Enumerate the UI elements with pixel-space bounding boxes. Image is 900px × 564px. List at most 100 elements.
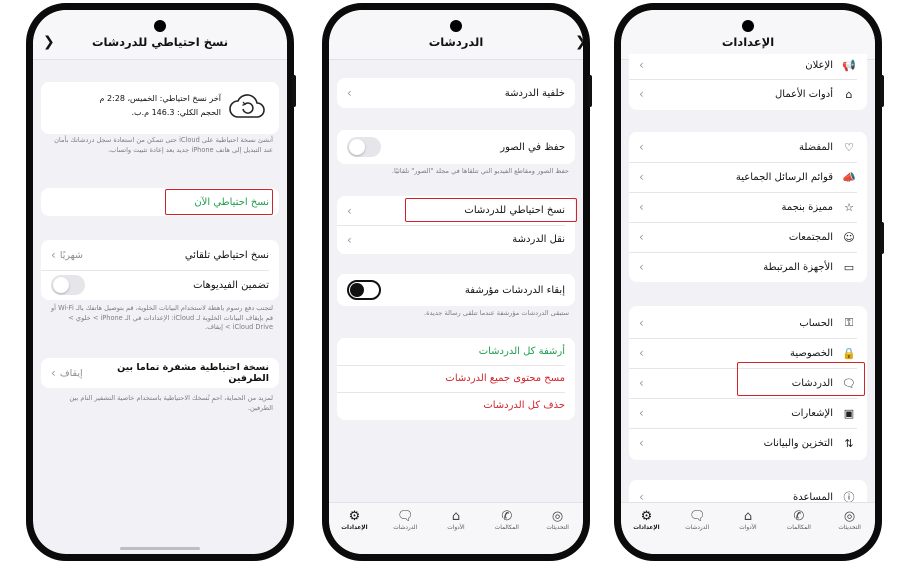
chevron-left-icon: ‹ (639, 436, 644, 450)
store-icon: ⌂ (451, 509, 461, 524)
chevron-left-icon: ‹ (639, 260, 644, 274)
side-button (292, 75, 296, 107)
auto-backup-card: نسخ احتياطي تلقائي شهريًا ‹ تضمين الفيدي… (41, 240, 279, 300)
delete-all-button[interactable]: حذف كل الدردشات (337, 392, 575, 419)
back-chevron-icon[interactable]: ❯ (575, 34, 583, 50)
front-camera (450, 20, 462, 32)
archived-note: ستبقى الدردشات مؤرشفة عندما تتلقى رسالة … (423, 309, 569, 317)
chevron-left-icon: ‹ (51, 366, 56, 380)
move-chats-row[interactable]: نقل الدردشة ‹ (337, 225, 575, 254)
chevron-left-icon: ‹ (639, 170, 644, 184)
tab-settings[interactable]: ⚙ الإعدادات (621, 503, 672, 554)
tab-chats[interactable]: 🗨 الدردشات (672, 503, 723, 554)
wallpaper-label: خلفية الدردشة (504, 87, 565, 99)
gear-icon: ⚙ (348, 509, 361, 524)
clear-all-button[interactable]: مسح محتوى جميع الدردشات (337, 365, 575, 392)
store-icon: ⌂ (845, 87, 853, 101)
settings-item-business-tools[interactable]: ⌂ أدوات الأعمال ‹ (629, 79, 867, 109)
settings-screen: الإعدادات 📢 الإعلان ‹ ⌂ أدوات الأعمال ‹ … (621, 10, 875, 554)
page-title: نسخ احتياطي للدردشات (91, 35, 229, 49)
chevron-left-icon: ‹ (639, 140, 644, 154)
settings-item-broadcast-lists[interactable]: 📣 قوائم الرسائل الجماعية ‹ (629, 162, 867, 192)
page-title: الدردشات (428, 35, 484, 49)
tab-label: الأدوات (447, 525, 465, 531)
settings-group-business: 📢 الإعلان ‹ ⌂ أدوات الأعمال ‹ (629, 54, 867, 110)
highlight-box-chat-backup (405, 198, 577, 222)
status-ring-icon: ◎ (551, 509, 564, 524)
tab-label: التحديثات (546, 525, 569, 531)
backup-description: أنشئ نسخة احتياطية على iCloud حتى تتمكن … (54, 136, 273, 154)
chevron-left-icon: ‹ (639, 58, 644, 72)
include-videos-label: تضمين الفيديوهات (193, 279, 269, 291)
move-chats-label: نقل الدردشة (512, 234, 565, 245)
save-photos-toggle[interactable] (347, 137, 381, 157)
include-videos-toggle[interactable] (51, 275, 85, 295)
chevron-left-icon: ‹ (639, 406, 644, 420)
chevron-left-icon: ‹ (639, 376, 644, 390)
settings-item-label: قوائم الرسائل الجماعية (735, 171, 833, 183)
settings-item-label: الخصوصية (790, 347, 833, 359)
nav-header: نسخ احتياطي للدردشات ❯ (33, 10, 287, 60)
tab-updates[interactable]: ◎ التحديثات (824, 503, 875, 554)
cellular-note: لتجنب دفع رسوم باهظة لاستخدام البيانات ا… (50, 304, 273, 332)
nav-header: الدردشات ❯ (329, 10, 583, 60)
tab-calls[interactable]: ✆ المكالمات (773, 503, 824, 554)
tab-updates[interactable]: ◎ التحديثات (532, 503, 583, 554)
settings-item-favorites[interactable]: ♡ المفضلة ‹ (629, 132, 867, 162)
tab-tools[interactable]: ⌂ الأدوات (723, 503, 774, 554)
people-icon: ☺ (843, 230, 855, 244)
backup-info-card: آخر نسخ احتياطي: الخميس، 2:28 م الحجم ال… (41, 82, 279, 134)
tab-bar: ⚙ الإعدادات 🗨 الدردشات ⌂ الأدوات ✆ المكالمات… (329, 502, 583, 554)
side-button (880, 222, 884, 254)
highlight-box-chats (737, 362, 865, 396)
tab-label: الدردشات (685, 525, 710, 531)
chevron-left-icon: ‹ (639, 200, 644, 214)
tab-label: المكالمات (786, 525, 811, 531)
settings-item-account[interactable]: ⚿ الحساب ‹ (629, 308, 867, 338)
phone-backup: نسخ احتياطي للدردشات ❯ آخر نسخ احتياطي: … (26, 3, 294, 561)
settings-item-label: الإشعارات (791, 407, 833, 419)
settings-group-lists: ♡ المفضلة ‹ 📣 قوائم الرسائل الجماعية ‹ ☆… (629, 132, 867, 282)
tab-chats[interactable]: 🗨 الدردشات (380, 503, 431, 554)
settings-item-storage-data[interactable]: ⇅ التخزين والبيانات ‹ (629, 428, 867, 458)
side-button (588, 75, 592, 107)
gear-icon: ⚙ (640, 509, 653, 524)
chevron-left-icon: ‹ (639, 346, 644, 360)
chat-bubbles-icon: 🗨 (688, 509, 706, 524)
save-photos-card: حفظ في الصور (337, 130, 575, 164)
settings-item-label: الحساب (799, 317, 833, 329)
tab-label: الدردشات (393, 525, 418, 531)
settings-item-label: المجتمعات (788, 231, 833, 243)
chevron-left-icon: ‹ (347, 203, 352, 218)
key-icon: ⚿ (844, 316, 854, 329)
auto-backup-row[interactable]: نسخ احتياطي تلقائي شهريًا ‹ (41, 240, 279, 270)
last-backup-text: آخر نسخ احتياطي: الخميس، 2:28 م (99, 94, 221, 103)
settings-item-notifications[interactable]: ▣ الإشعارات ‹ (629, 398, 867, 428)
chevron-left-icon: ‹ (639, 316, 644, 330)
home-indicator (120, 547, 200, 550)
highlight-box-backup-now (165, 189, 273, 215)
front-camera (742, 20, 754, 32)
keep-archived-toggle[interactable] (347, 280, 381, 300)
keep-archived-card: إبقاء الدردشات مؤرشفة (337, 274, 575, 306)
e2e-backup-row[interactable]: نسخة احتياطية مشفرة تماما بين الطرفين إي… (41, 358, 279, 388)
broadcast-icon: 📣 (842, 170, 856, 184)
tab-label: الإعدادات (341, 525, 368, 531)
tab-tools[interactable]: ⌂ الأدوات (431, 503, 482, 554)
tab-calls[interactable]: ✆ المكالمات (481, 503, 532, 554)
back-chevron-icon[interactable]: ❯ (43, 34, 55, 50)
settings-item-linked-devices[interactable]: ▭ الأجهزة المرتبطة ‹ (629, 252, 867, 282)
store-icon: ⌂ (743, 509, 753, 524)
e2e-note: لمزيد من الحماية، احمِ نُسخك الاحتياطية … (69, 394, 273, 412)
tab-settings[interactable]: ⚙ الإعدادات (329, 503, 380, 554)
star-icon: ☆ (844, 200, 854, 214)
settings-item-label: المساعدة (792, 491, 833, 503)
tab-bar: ⚙ الإعدادات 🗨 الدردشات ⌂ الأدوات ✆ المكالمات… (621, 502, 875, 554)
settings-item-starred[interactable]: ☆ مميزة بنجمة ‹ (629, 192, 867, 222)
wallpaper-row[interactable]: خلفية الدردشة ‹ (337, 78, 575, 108)
settings-item-ads[interactable]: 📢 الإعلان ‹ (629, 52, 867, 78)
chevron-left-icon: ‹ (639, 230, 644, 244)
settings-item-communities[interactable]: ☺ المجتمعات ‹ (629, 222, 867, 252)
keep-archived-row: إبقاء الدردشات مؤرشفة (337, 275, 575, 305)
archive-all-button[interactable]: أرشفة كل الدردشات (337, 338, 575, 365)
